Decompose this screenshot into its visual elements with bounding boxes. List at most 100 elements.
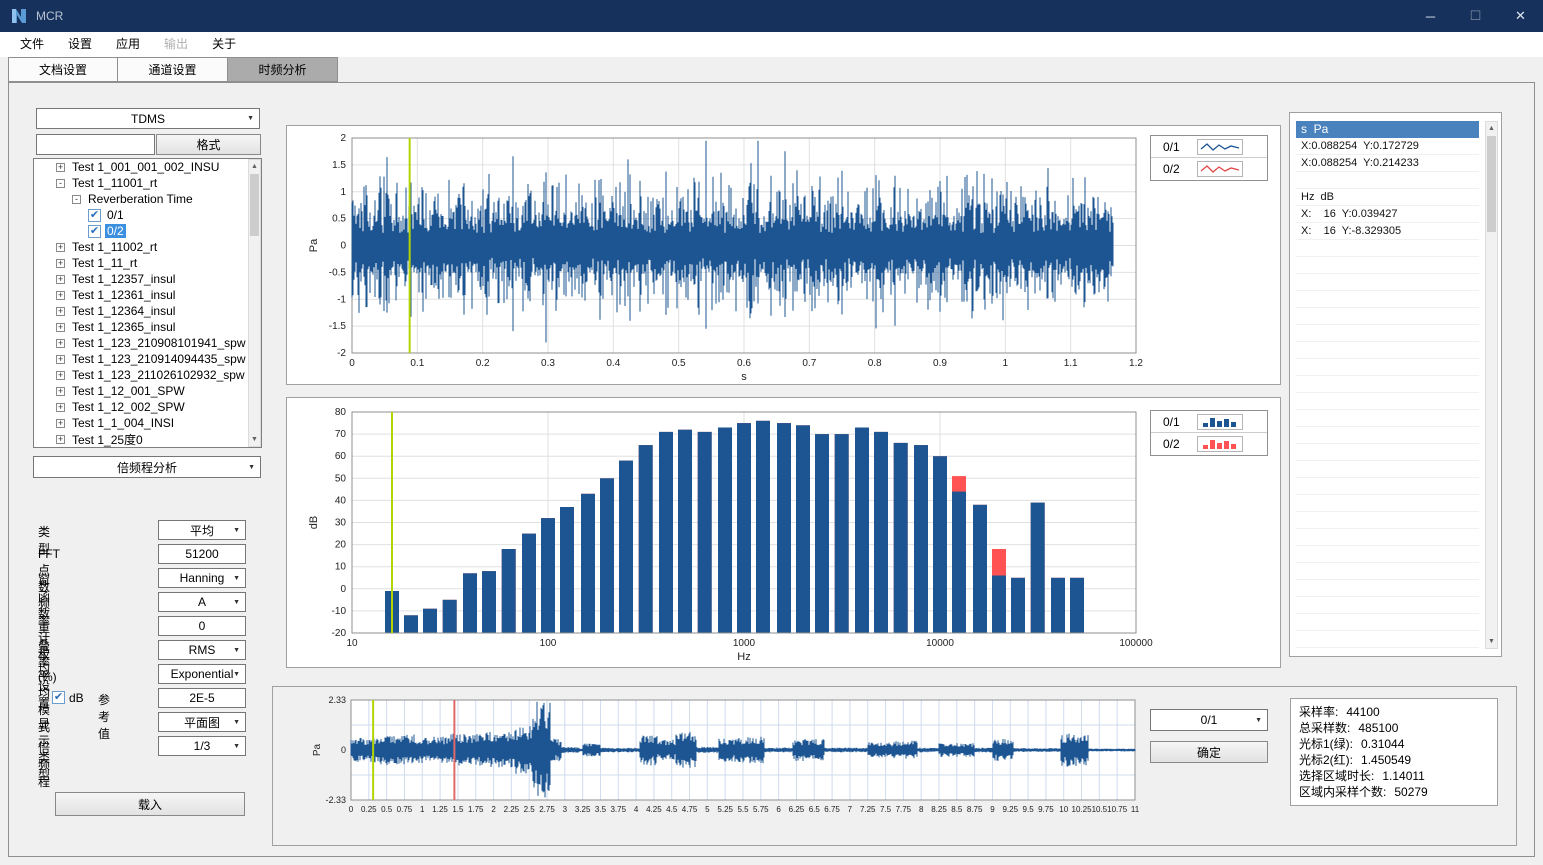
- values-row[interactable]: [1296, 393, 1479, 410]
- file-format-dropdown[interactable]: TDMS ▼: [36, 108, 260, 129]
- values-row[interactable]: [1296, 444, 1479, 461]
- values-row[interactable]: X:0.088254 Y:0.172729: [1296, 138, 1479, 155]
- db-checkbox[interactable]: ✔: [52, 691, 65, 704]
- values-row[interactable]: [1296, 257, 1479, 274]
- tree-expander-icon[interactable]: +: [56, 259, 65, 268]
- type-dropdown[interactable]: 平均▼: [158, 520, 246, 540]
- values-row[interactable]: [1296, 359, 1479, 376]
- legend-row[interactable]: 0/2: [1151, 158, 1267, 180]
- confirm-button[interactable]: 确定: [1150, 741, 1268, 763]
- tree-item[interactable]: +Test 1_12_002_SPW: [34, 399, 261, 415]
- tree-item[interactable]: +Test 1_123_211026102932_spw: [34, 367, 261, 383]
- values-row[interactable]: [1296, 325, 1479, 342]
- tree-item[interactable]: -Reverberation Time: [34, 191, 261, 207]
- tree-expander-icon[interactable]: +: [56, 275, 65, 284]
- values-scrollbar[interactable]: ▲ ▼: [1485, 121, 1498, 649]
- menu-item-file[interactable]: 文件: [8, 32, 56, 57]
- tree-item[interactable]: ✔0/2: [34, 223, 261, 239]
- load-button[interactable]: 载入: [55, 792, 245, 816]
- overlap-input[interactable]: [158, 616, 246, 636]
- tree-item[interactable]: +Test 1_12365_insul: [34, 319, 261, 335]
- average-mode-dropdown[interactable]: Exponential▼: [158, 664, 246, 684]
- values-row[interactable]: [1296, 580, 1479, 597]
- values-row[interactable]: [1296, 478, 1479, 495]
- filter-input[interactable]: [36, 134, 155, 155]
- octave-dropdown[interactable]: 1/3▼: [158, 736, 246, 756]
- values-row[interactable]: [1296, 308, 1479, 325]
- legend-row[interactable]: 0/1: [1151, 411, 1267, 433]
- tree-expander-icon[interactable]: +: [56, 355, 65, 364]
- values-row[interactable]: [1296, 529, 1479, 546]
- values-row[interactable]: Hz dB: [1296, 189, 1479, 206]
- octave-spectrum-chart[interactable]: 80706050403020100-10-2010100100010000100…: [287, 398, 1280, 667]
- tree-item[interactable]: +Test 1_123_210914094435_spw: [34, 351, 261, 367]
- menu-item-settings[interactable]: 设置: [56, 32, 104, 57]
- scrollbar-thumb[interactable]: [250, 174, 259, 236]
- scrollbar-thumb[interactable]: [1487, 136, 1496, 232]
- tree-item[interactable]: +Test 1_12364_insul: [34, 303, 261, 319]
- tree-expander-icon[interactable]: +: [56, 307, 65, 316]
- values-row[interactable]: [1296, 274, 1479, 291]
- tree-expander-icon[interactable]: +: [56, 419, 65, 428]
- tree-expander-icon[interactable]: +: [56, 243, 65, 252]
- tab-channel-settings[interactable]: 通道设置: [118, 57, 228, 82]
- values-row[interactable]: X: 16 Y:0.039427: [1296, 206, 1479, 223]
- channel-dropdown[interactable]: 0/1 ▼: [1150, 709, 1268, 731]
- scroll-down-icon[interactable]: ▼: [1486, 635, 1497, 648]
- tree-item[interactable]: +Test 1_12_001_SPW: [34, 383, 261, 399]
- tree-expander-icon[interactable]: +: [56, 403, 65, 412]
- tree-item[interactable]: +Test 1_001_001_002_INSU: [34, 159, 261, 175]
- values-row[interactable]: [1296, 563, 1479, 580]
- values-row[interactable]: X:0.088254 Y:0.214233: [1296, 155, 1479, 172]
- fft-points-input[interactable]: [158, 544, 246, 564]
- tree-item[interactable]: ✔0/1: [34, 207, 261, 223]
- menu-item-about[interactable]: 关于: [200, 32, 248, 57]
- analysis-type-dropdown[interactable]: 倍频程分析 ▼: [33, 456, 261, 478]
- close-button[interactable]: ✕: [1498, 0, 1543, 32]
- tree-expander-icon[interactable]: -: [56, 179, 65, 188]
- format-button[interactable]: 格式: [156, 134, 261, 155]
- scroll-up-icon[interactable]: ▲: [249, 160, 260, 173]
- tree-expander-icon[interactable]: +: [56, 435, 65, 444]
- tree-item[interactable]: +Test 1_12357_insul: [34, 271, 261, 287]
- tab-document-settings[interactable]: 文档设置: [8, 57, 118, 82]
- channel-checkbox[interactable]: ✔: [88, 209, 101, 222]
- frequency-weighting-dropdown[interactable]: A▼: [158, 592, 246, 612]
- tab-time-frequency-analysis[interactable]: 时频分析: [228, 57, 338, 82]
- tree-item[interactable]: +Test 1_11002_rt: [34, 239, 261, 255]
- average-setting-dropdown[interactable]: RMS▼: [158, 640, 246, 660]
- values-row[interactable]: [1296, 427, 1479, 444]
- values-row[interactable]: [1296, 240, 1479, 257]
- tree-expander-icon[interactable]: -: [72, 195, 81, 204]
- values-row[interactable]: [1296, 597, 1479, 614]
- tree-expander-icon[interactable]: +: [56, 387, 65, 396]
- tree-item[interactable]: -Test 1_11001_rt: [34, 175, 261, 191]
- values-row[interactable]: s Pa: [1296, 121, 1479, 138]
- db-reference-input[interactable]: [158, 688, 246, 708]
- display-type-dropdown[interactable]: 平面图▼: [158, 712, 246, 732]
- tree-expander-icon[interactable]: +: [56, 323, 65, 332]
- time-waveform-chart[interactable]: 00.10.20.30.40.50.60.70.80.911.11.221.51…: [287, 126, 1280, 384]
- overview-waveform-chart[interactable]: 2.330-2.3300.250.50.7511.251.51.7522.252…: [280, 692, 1150, 822]
- menu-item-apply[interactable]: 应用: [104, 32, 152, 57]
- minimize-button[interactable]: ─: [1408, 0, 1453, 32]
- values-row[interactable]: [1296, 342, 1479, 359]
- values-row[interactable]: [1296, 512, 1479, 529]
- scroll-down-icon[interactable]: ▼: [249, 433, 260, 446]
- window-function-dropdown[interactable]: Hanning▼: [158, 568, 246, 588]
- legend-row[interactable]: 0/1: [1151, 136, 1267, 158]
- values-row[interactable]: [1296, 172, 1479, 189]
- values-row[interactable]: [1296, 410, 1479, 427]
- tree-expander-icon[interactable]: +: [56, 371, 65, 380]
- values-row[interactable]: [1296, 546, 1479, 563]
- tree-item[interactable]: +Test 1_123_210908101941_spw: [34, 335, 261, 351]
- tree-item[interactable]: +Test 1_1_004_INSI: [34, 415, 261, 431]
- values-row[interactable]: [1296, 631, 1479, 648]
- legend-row[interactable]: 0/2: [1151, 433, 1267, 455]
- tree-expander-icon[interactable]: +: [56, 291, 65, 300]
- tree-scrollbar[interactable]: ▲ ▼: [248, 159, 261, 447]
- values-row[interactable]: [1296, 495, 1479, 512]
- maximize-button[interactable]: ☐: [1453, 0, 1498, 32]
- tree-item[interactable]: +Test 1_12361_insul: [34, 287, 261, 303]
- channel-checkbox[interactable]: ✔: [88, 225, 101, 238]
